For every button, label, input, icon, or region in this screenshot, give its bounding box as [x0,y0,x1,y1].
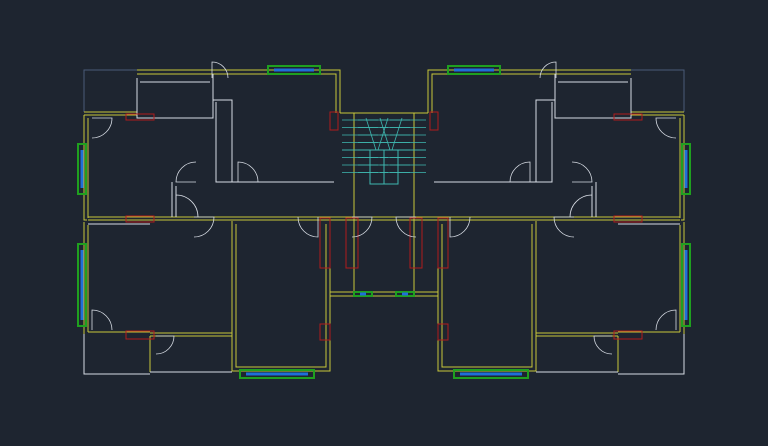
wall-top-in-right [431,73,631,113]
walls-layer [83,69,685,372]
door-right-0 [655,117,677,139]
partition-wc-top-right [554,74,632,119]
stair-arrow-right [391,117,403,151]
wall-room-left [231,221,331,372]
outline-corner-left [83,69,137,112]
column-right-1 [429,111,439,131]
window-glass-left-upper [80,150,84,188]
window-glass-bay-right [402,292,408,296]
partitions-layer [83,74,685,375]
wall-top-right [427,69,631,113]
column-left-6 [319,323,331,341]
stairs-layer [342,117,426,185]
column-left-1 [329,111,339,131]
door-right-2 [571,161,593,183]
window-glass-bay-left [360,292,366,296]
door-left-7 [91,309,113,331]
partition-balcony-right [618,334,685,375]
stair-arrow-b-right [379,117,391,151]
wall-room-right [437,221,537,372]
column-left-3 [319,217,331,269]
wall-top-left [137,69,341,113]
window-glass-top-right [454,68,494,72]
floor-plan-drawing[interactable] [0,0,768,446]
window-glass-bottom-left [246,372,308,376]
wall-room-in-left [235,224,327,368]
window-glass-bottom-right [460,372,522,376]
wall-top-in-left [137,73,337,113]
column-left-4 [409,217,423,269]
stair-arrow-b-left [377,117,389,151]
door-left-0 [91,117,113,139]
door-left-2 [175,161,197,183]
columns-layer [125,111,643,341]
outline-corner-right [631,69,685,112]
stair-well-right [383,149,399,185]
door-right-3 [509,161,531,183]
door-left-3 [237,161,259,183]
outline-layer [83,69,685,112]
door-right-7 [655,309,677,331]
cad-canvas[interactable] [0,0,768,446]
column-right-6 [437,323,449,341]
doors-layer [91,61,677,355]
window-glass-right-upper [684,150,688,188]
partition-wc-top-left [136,74,214,119]
door-right-8 [593,335,613,355]
door-left-9 [175,194,199,218]
partition-closet-in-right [536,102,553,183]
window-glass-top-left [274,68,314,72]
column-right-3 [437,217,449,269]
wall-room-in-right [441,224,533,368]
partition-closet-in-left [215,102,232,183]
window-glass-right-lower [684,250,688,320]
column-right-4 [345,217,359,269]
stair-well-left [369,149,385,185]
window-glass-left-lower [80,250,84,320]
partition-balcony-left [83,334,150,375]
door-right-9 [569,194,593,218]
stair-arrow-left [365,117,377,151]
door-left-8 [155,335,175,355]
